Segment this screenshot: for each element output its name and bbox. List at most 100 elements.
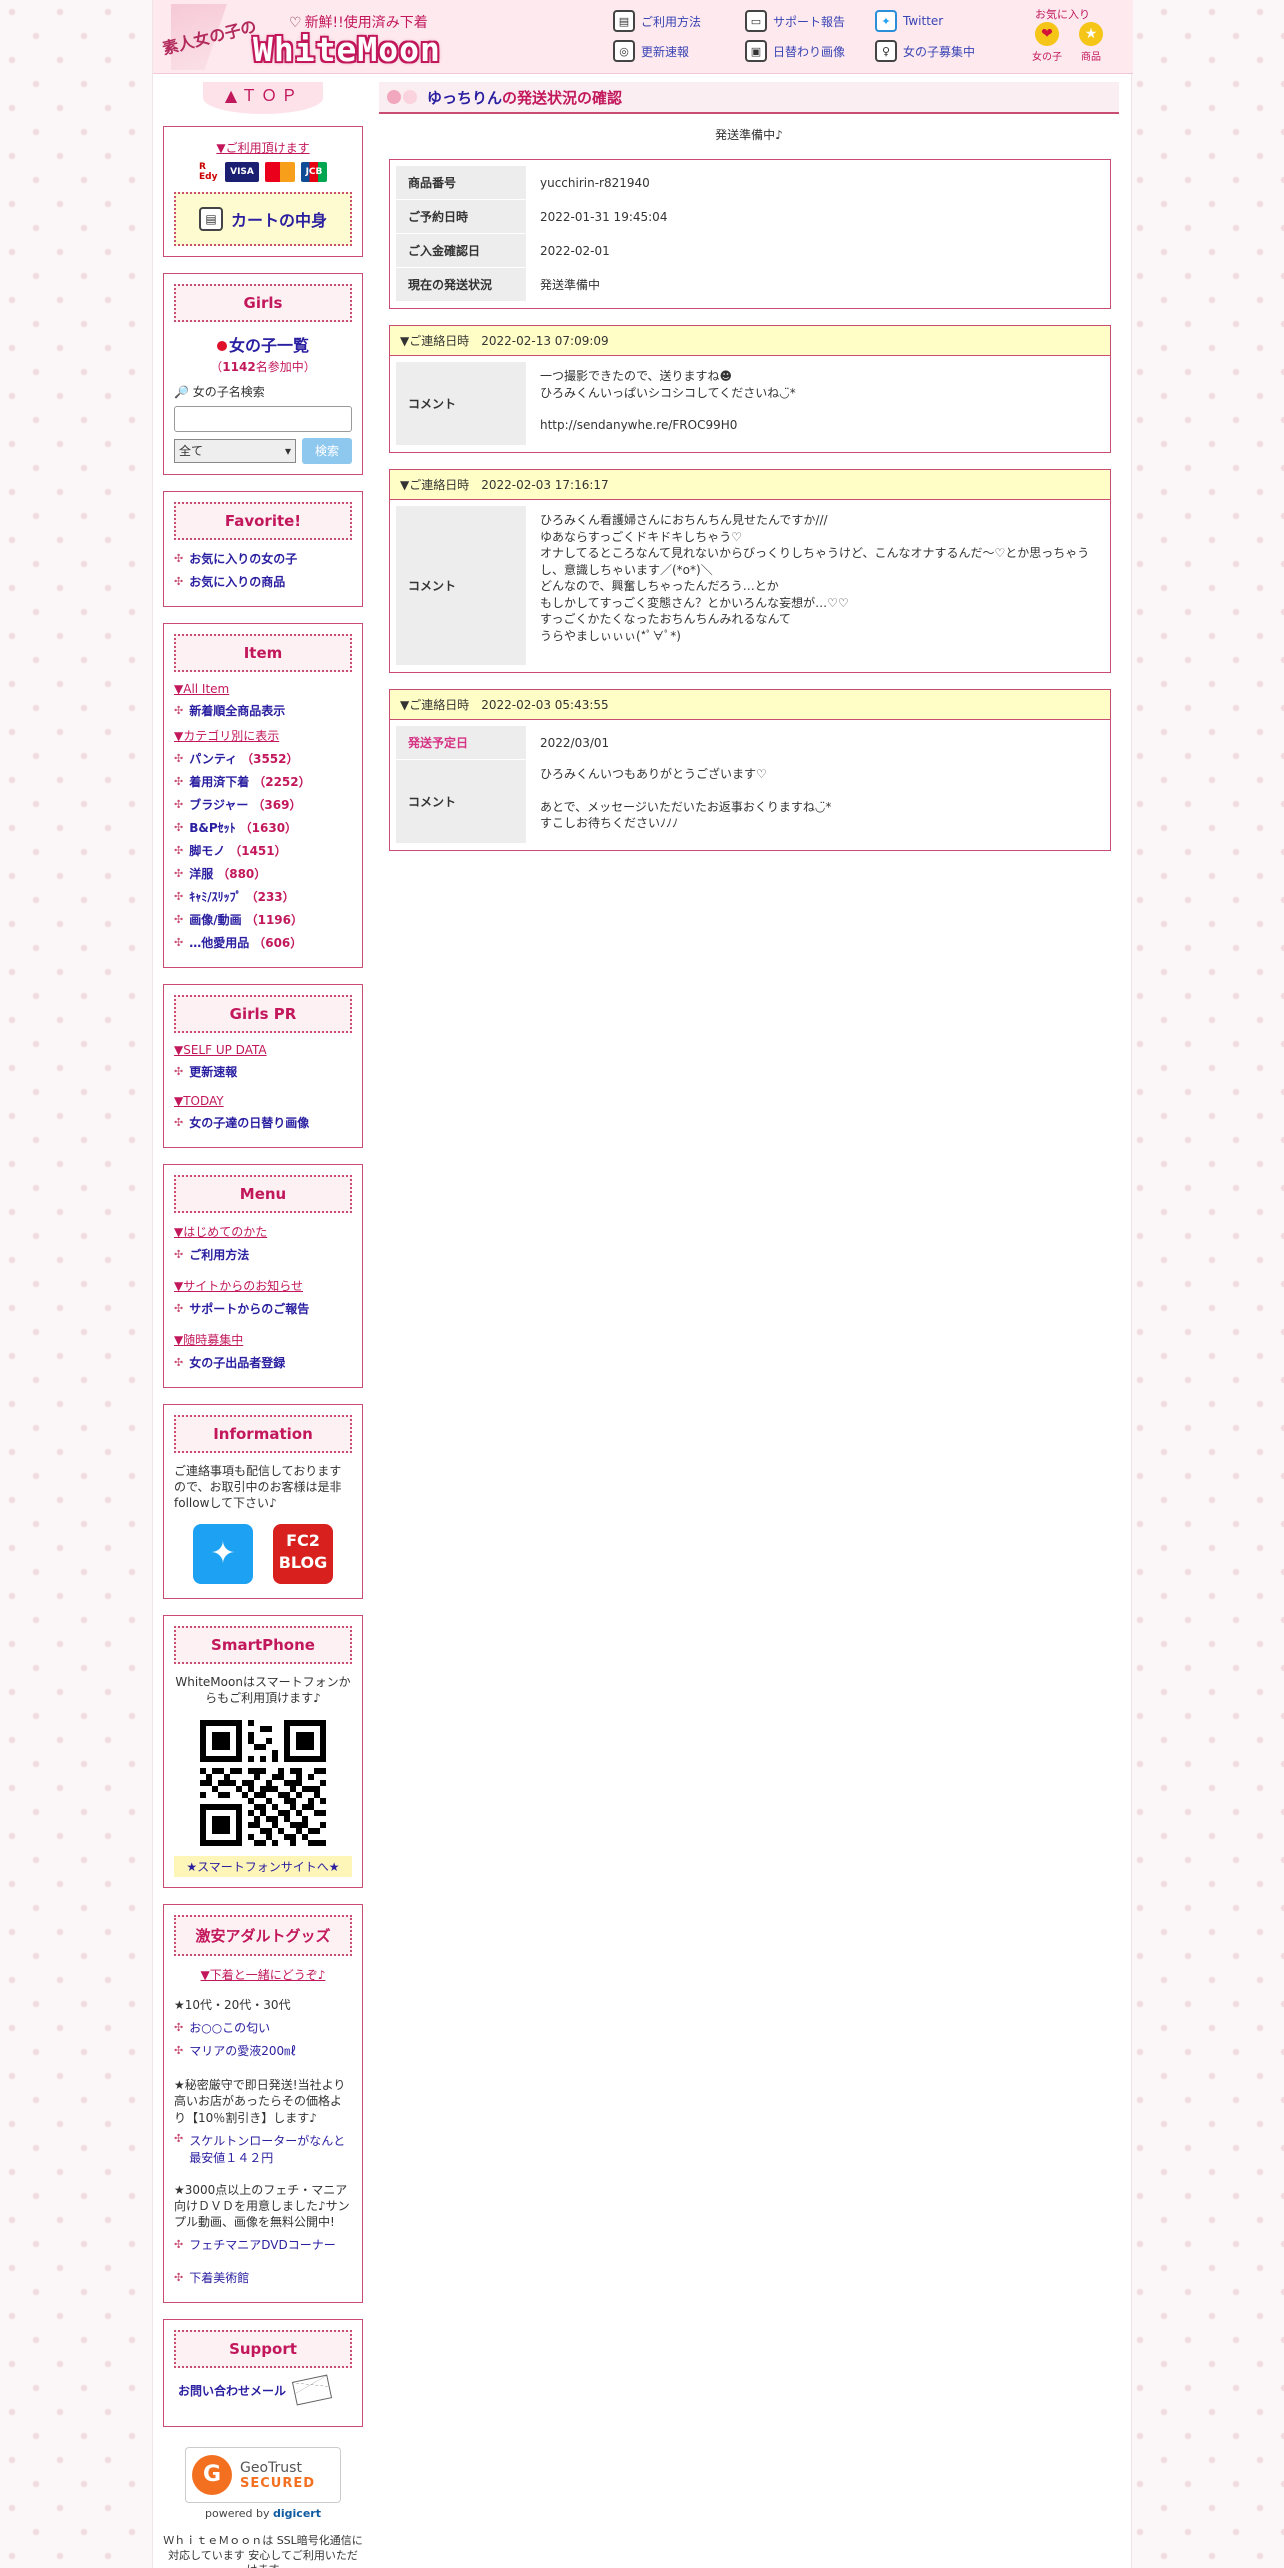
message-line: オナしてるところなんて見れないからびっくりしちゃうけど、こんなオナするんだ〜♡と… xyxy=(540,546,1090,577)
goods-link[interactable]: ✣ マリアの愛液200㎖ xyxy=(174,2042,352,2059)
nav-guide[interactable]: ▤ ご利用方法 xyxy=(613,10,701,32)
category-name: 洋服 xyxy=(189,867,214,881)
favorite-items-button[interactable]: ★ 商品 xyxy=(1071,22,1111,63)
message-header: ▼ご連絡日時 2022-02-13 07:09:09 xyxy=(390,326,1110,356)
selfup-section-link[interactable]: ▼SELF UP DATA xyxy=(174,1043,352,1057)
category-name: B&Pｾｯﾄ xyxy=(189,821,236,835)
menu-link-text: サポートからのご報告 xyxy=(189,1302,310,1316)
daily-images-link[interactable]: ✣ 女の子達の日替り画像 xyxy=(174,1114,352,1131)
table-row: ご予約日時 2022-01-31 19:45:04 xyxy=(396,200,1104,234)
girl-category-select[interactable]: 全て xyxy=(174,439,296,463)
all-item-link[interactable]: ▼All Item xyxy=(174,682,352,696)
row-value: 発送準備中 xyxy=(540,278,601,292)
search-icon: 🔎 xyxy=(174,385,189,399)
geotrust-seal[interactable]: G GeoTrust SECURED xyxy=(185,2447,341,2504)
item-box: Item ▼All Item ✣ 新着順全商品表示 ▼カテゴリ別に表示 ✣ パンティ… xyxy=(163,623,363,968)
message-line: もしかしてすっごく変態さん？とかいろんな妄想が…♡♡ xyxy=(540,595,849,610)
menu-section-link[interactable]: ▼サイトからのお知らせ xyxy=(174,1277,352,1294)
category-item[interactable]: ✣ ｷｬﾐ/ｽﾘｯﾌﾟ （233） xyxy=(174,888,352,905)
category-item[interactable]: ✣ 画像/動画 （1196） xyxy=(174,911,352,928)
row-key: コメント xyxy=(396,506,526,665)
new-items-link[interactable]: ✣ 新着順全商品表示 xyxy=(174,702,352,719)
category-item[interactable]: ✣ ブラジャー （369） xyxy=(174,796,352,813)
bullet-icon: ✣ xyxy=(174,552,184,565)
goods-link[interactable]: ✣ お○○この匂い xyxy=(174,2019,352,2036)
bullet-icon: ✣ xyxy=(174,575,184,588)
geotrust-secured: SECURED xyxy=(240,2475,316,2491)
nav-updates[interactable]: ◎ 更新速報 xyxy=(613,40,689,62)
message-line xyxy=(540,401,1090,417)
twitter-icon[interactable]: ✦ xyxy=(193,1523,253,1584)
favorite-girls-link[interactable]: ✣ お気に入りの女の子 xyxy=(174,550,352,567)
menu-link[interactable]: ✣ サポートからのご報告 xyxy=(174,1300,352,1317)
message-line: すっごくかたくなったおちんちんみれるなんて xyxy=(540,612,791,626)
site-logo[interactable]: 素人女の子の WhiteMoon ♡ 新鮮!!使用済み下着 xyxy=(160,4,601,70)
message-line: ゆあならすっごくドキドキしちゃう♡ xyxy=(540,529,743,544)
top-link[interactable]: ▲ＴＯＰ xyxy=(203,82,323,114)
category-item[interactable]: ✣ …他愛用品 （606） xyxy=(174,934,352,951)
category-section-link[interactable]: ▼カテゴリ別に表示 xyxy=(174,727,352,744)
category-item[interactable]: ✣ 脚モノ （1451） xyxy=(174,842,352,859)
order-info-table: 商品番号 yucchirin-r821940 ご予約日時 2022-01-31 19… xyxy=(389,159,1111,309)
girls-list-link[interactable]: 女の子一覧 xyxy=(174,332,352,356)
girls-count-prefix: （ xyxy=(210,360,223,374)
category-item[interactable]: ✣ B&Pｾｯﾄ （1630） xyxy=(174,819,352,836)
category-item[interactable]: ✣ 洋服 （880） xyxy=(174,865,352,882)
page-title: ゆっちりん の発送状況の確認 xyxy=(379,82,1119,114)
table-row: 商品番号 yucchirin-r821940 xyxy=(396,166,1104,200)
message-block: ▼ご連絡日時 2022-02-03 05:43:55 発送予定日 2022/03… xyxy=(389,689,1111,851)
girl-name: ゆっちりん xyxy=(427,88,503,107)
menu-link[interactable]: ✣ ご利用方法 xyxy=(174,1246,352,1263)
smartphone-site-link[interactable]: ★スマートフォンサイトへ★ xyxy=(174,1855,352,1877)
category-item[interactable]: ✣ パンティ （3552） xyxy=(174,750,352,767)
goods-subtitle-link[interactable]: ▼下着と一緒にどうぞ♪ xyxy=(174,1966,352,1983)
message-body: 一つ撮影できたので、送りますね☻ ひろみくんいっぱいシコシコしてくださいね◡̈*… xyxy=(526,362,1104,445)
nav-daily-image[interactable]: ▣ 日替わり画像 xyxy=(745,40,845,62)
social-links: ✦ FC2 BLOG xyxy=(174,1523,352,1584)
menu-section-link[interactable]: ▼随時募集中 xyxy=(174,1331,352,1348)
today-section-link[interactable]: ▼TODAY xyxy=(174,1094,352,1108)
cart-icon: ▤ xyxy=(198,207,223,231)
goods-link[interactable]: ✣ スケルトンローターがなんと最安値１４２円 xyxy=(174,2132,352,2166)
geotrust-brand: GeoTrust xyxy=(240,2459,302,2476)
favorite-items-link[interactable]: ✣ お気に入りの商品 xyxy=(174,573,352,590)
goods-link[interactable]: ✣ フェチマニアDVDコーナー xyxy=(174,2236,352,2253)
favorite-box: Favorite! ✣ お気に入りの女の子 ✣ お気に入りの商品 xyxy=(163,491,363,607)
nav-twitter[interactable]: ✦ Twitter xyxy=(875,10,943,32)
girl-search-input[interactable] xyxy=(174,406,352,432)
menu-link-text: ご利用方法 xyxy=(189,1248,250,1262)
message-row: 発送予定日 2022/03/01 xyxy=(396,726,1104,760)
bullet-icon: ✣ xyxy=(174,2238,184,2252)
category-count: （1630） xyxy=(239,821,298,835)
goods-link-text: 下着美術館 xyxy=(189,2271,250,2286)
message-body: ひろみくん看護婦さんにおちんちん見せたんですか/// ゆあならすっごくドキドキし… xyxy=(526,506,1104,665)
message-body: ひろみくんいつもありがとうございます♡ あとで、メッセージいただいたお返事おくり… xyxy=(526,760,1104,843)
contact-mail-link[interactable]: お問い合わせメール xyxy=(178,2374,352,2406)
goods-link[interactable]: ✣ 下着美術館 xyxy=(174,2269,352,2286)
fc2-blog-icon[interactable]: FC2 BLOG xyxy=(273,1523,333,1584)
twitter-icon: ✦ xyxy=(875,10,897,32)
information-text: ご連絡事項も配信しておりますので、お取引中のお客様は是非followして下さい♪ xyxy=(174,1464,342,1511)
visa-card-icon: VISA xyxy=(225,162,259,182)
search-button[interactable]: 検索 xyxy=(302,438,352,464)
message-block: ▼ご連絡日時 2022-02-03 17:16:17 コメント ひろみくん看護婦… xyxy=(389,469,1111,673)
monitor-icon: ▭ xyxy=(745,10,767,32)
category-count: （369） xyxy=(252,798,302,812)
row-value: yucchirin-r821940 xyxy=(540,175,650,190)
favorite-girls-button[interactable]: ❤ 女の子 xyxy=(1027,22,1067,63)
message-line: ひろみくん看護婦さんにおちんちん見せたんですか/// xyxy=(540,513,828,527)
menu-section-link[interactable]: ▼はじめてのかた xyxy=(174,1223,352,1240)
payment-title: ▼ご利用頂けます xyxy=(216,141,310,155)
category-count: （606） xyxy=(253,936,303,950)
blog-label: BLOG xyxy=(278,1552,328,1572)
bullet-icon: ✣ xyxy=(174,1065,184,1078)
category-count: （1196） xyxy=(245,913,304,927)
dot-icon xyxy=(387,90,401,104)
updates-link[interactable]: ✣ 更新速報 xyxy=(174,1063,352,1080)
jcb-card-icon: JCB xyxy=(301,162,327,182)
nav-recruit[interactable]: ♀ 女の子募集中 xyxy=(875,40,975,62)
nav-support-report[interactable]: ▭ サポート報告 xyxy=(745,10,845,32)
category-item[interactable]: ✣ 着用済下着 （2252） xyxy=(174,773,352,790)
menu-link[interactable]: ✣ 女の子出品者登録 xyxy=(174,1354,352,1371)
cart-button[interactable]: ▤ カートの中身 xyxy=(174,192,352,246)
